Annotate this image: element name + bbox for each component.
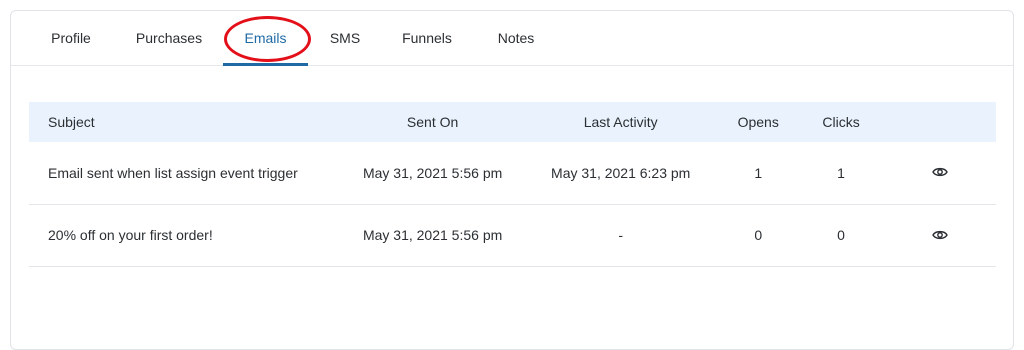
email-clicks: 0 bbox=[837, 227, 845, 243]
view-email-button[interactable] bbox=[883, 204, 996, 266]
email-sent-on: May 31, 2021 5:56 pm bbox=[362, 164, 503, 181]
emails-table: Subject Sent On Last Activity Opens Clic… bbox=[29, 102, 996, 267]
header-subject: Subject bbox=[48, 114, 95, 130]
tab-sms[interactable]: SMS bbox=[321, 11, 369, 65]
tab-notes[interactable]: Notes bbox=[489, 11, 543, 65]
tab-profile[interactable]: Profile bbox=[41, 11, 101, 65]
table-row: Email sent when list assign event trigge… bbox=[29, 142, 996, 204]
header-sent-on: Sent On bbox=[406, 114, 459, 130]
contact-detail-card: Profile Purchases Emails SMS Funnels Not… bbox=[10, 10, 1014, 350]
header-opens: Opens bbox=[737, 114, 779, 130]
view-email-button[interactable] bbox=[883, 142, 996, 204]
email-last-activity: - bbox=[618, 227, 624, 243]
table-header-row: Subject Sent On Last Activity Opens Clic… bbox=[29, 102, 996, 142]
header-actions bbox=[883, 102, 996, 142]
tab-bar: Profile Purchases Emails SMS Funnels Not… bbox=[11, 11, 1013, 66]
table-row: 20% off on your first order! May 31, 202… bbox=[29, 204, 996, 266]
email-subject: 20% off on your first order! bbox=[48, 227, 213, 243]
eye-icon[interactable] bbox=[931, 228, 948, 244]
header-clicks: Clicks bbox=[822, 114, 860, 130]
email-clicks: 1 bbox=[837, 164, 845, 181]
email-opens: 1 bbox=[754, 164, 763, 181]
email-subject: Email sent when list assign event trigge… bbox=[48, 164, 298, 181]
eye-icon[interactable] bbox=[931, 165, 948, 181]
email-last-activity: May 31, 2021 6:23 pm bbox=[551, 164, 691, 181]
tab-emails[interactable]: Emails bbox=[223, 11, 308, 66]
tab-purchases[interactable]: Purchases bbox=[127, 11, 211, 65]
email-opens: 0 bbox=[754, 227, 763, 243]
header-last-activity: Last Activity bbox=[583, 114, 658, 130]
tab-funnels[interactable]: Funnels bbox=[395, 11, 459, 65]
email-sent-on: May 31, 2021 5:56 pm bbox=[362, 227, 503, 243]
